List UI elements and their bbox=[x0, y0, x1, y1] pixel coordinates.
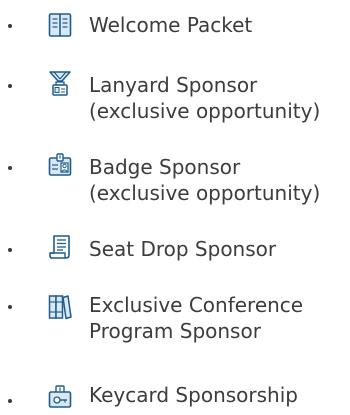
document-icon bbox=[48, 234, 72, 260]
book-icon bbox=[48, 12, 72, 38]
item-text: Lanyard Sponsor (exclusive opportunity) bbox=[89, 72, 320, 124]
item-text: Exclusive Conference Program Sponsor bbox=[89, 292, 303, 344]
item-line: Keycard Sponsorship bbox=[89, 383, 298, 407]
keycard-icon bbox=[48, 383, 72, 409]
bullet bbox=[8, 84, 12, 88]
item-line: Badge Sponsor bbox=[89, 155, 241, 179]
item-line: Lanyard Sponsor bbox=[89, 73, 258, 97]
item-text: Welcome Packet bbox=[89, 12, 252, 38]
item-line: (exclusive opportunity) bbox=[89, 99, 321, 123]
item-line: (exclusive opportunity) bbox=[89, 181, 321, 205]
bullet bbox=[8, 166, 12, 170]
item-line: Exclusive Conference bbox=[89, 293, 304, 317]
binders-icon bbox=[48, 294, 72, 320]
item-text: Badge Sponsor (exclusive opportunity) bbox=[89, 154, 320, 206]
bullet bbox=[8, 24, 12, 28]
bullet bbox=[8, 248, 12, 252]
item-text: Seat Drop Sponsor bbox=[89, 236, 276, 262]
item-line: Seat Drop Sponsor bbox=[89, 237, 277, 261]
badge-icon bbox=[48, 152, 72, 178]
item-line: Program Sponsor bbox=[89, 319, 261, 343]
bullet bbox=[8, 399, 12, 403]
lanyard-icon bbox=[48, 70, 72, 96]
item-line: Welcome Packet bbox=[89, 13, 253, 37]
item-text: Keycard Sponsorship bbox=[89, 382, 298, 408]
bullet bbox=[8, 305, 12, 309]
